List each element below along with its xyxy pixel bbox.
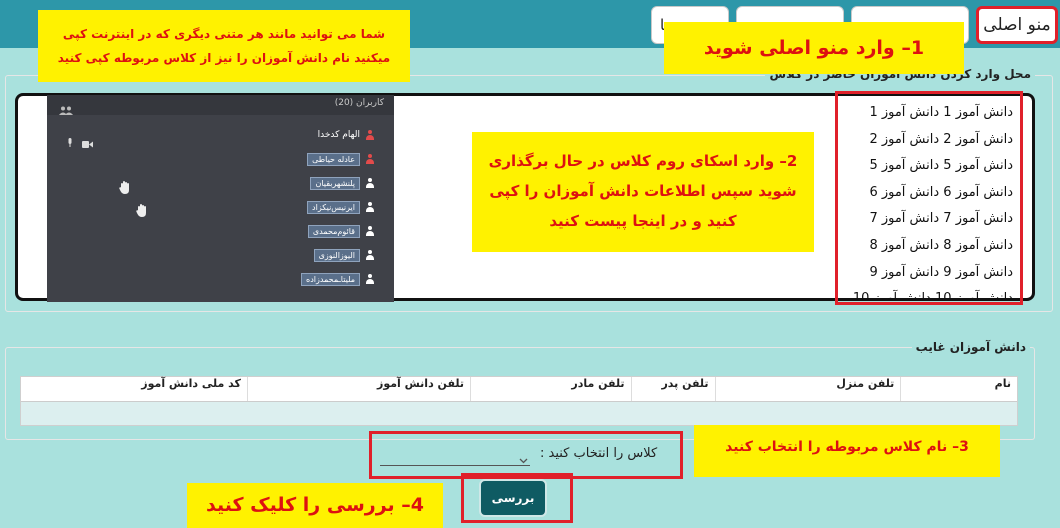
tab-main-menu[interactable]: منو اصلی (976, 6, 1058, 44)
tip-callout: شما می توانید مانند هر متنی دیگری که در … (38, 10, 410, 82)
check-button[interactable]: بررسی (479, 479, 547, 517)
column-header: تلفن مادر (470, 377, 631, 401)
skyroom-user-row: قائوم‌محمدی (307, 223, 374, 239)
skyroom-users-title: کاربران (20) (334, 98, 384, 108)
class-select-dropdown[interactable] (380, 444, 530, 466)
skyroom-user-name: الهام کدخدا (317, 130, 360, 140)
column-header: کد ملی دانش آموز (141, 377, 241, 390)
skyroom-user-name: الیوزالنوزی (313, 248, 360, 262)
table-header-row: نام تلفن منزل تلفن پدر تلفن مادر تلفن دا… (21, 377, 1017, 402)
step4-text: 4– بررسی را کلیک کنید (206, 494, 424, 516)
class-select-label: کلاس را انتخاب کنید : (540, 446, 658, 461)
select-underline (380, 465, 530, 466)
column-header: تلفن منزل (714, 377, 901, 401)
users-icon (59, 100, 73, 115)
user-icon (366, 250, 374, 260)
tip-line: میکنید نام دانش آموزان را نیز از کلاس مر… (57, 51, 391, 65)
step4-callout: 4– بررسی را کلیک کنید (187, 483, 443, 528)
microphone-icon (67, 132, 73, 151)
step2-line: 2– وارد اسکای روم کلاس در حال برگذاری (488, 152, 798, 170)
skyroom-header: کاربران (20) (47, 95, 394, 115)
column-header: تلفن پدر (630, 377, 715, 401)
user-icon (366, 202, 374, 212)
skyroom-user-name: عادله حیاطی (307, 152, 360, 166)
step1-text: 1– وارد منو اصلی شوید (703, 37, 925, 59)
skyroom-user-name: قائوم‌محمدی (307, 224, 360, 238)
skyroom-user-name: ملیتاـمحمدزاده (301, 272, 360, 286)
skyroom-screenshot: کاربران (20) الهام کدخدا عادله حیاطی پلن… (47, 95, 394, 302)
column-header: نام (900, 377, 1017, 401)
chevron-down-icon (519, 449, 528, 468)
user-icon (366, 274, 374, 284)
user-icon (366, 178, 374, 188)
step2-callout: 2– وارد اسکای روم کلاس در حال برگذاری شو… (472, 132, 814, 252)
skyroom-user-row: عادله حیاطی (307, 151, 374, 167)
step2-line: شوید سپس اطلاعات دانش آموزان را کپی (489, 182, 797, 200)
camera-icon (82, 133, 93, 152)
tip-line: شما می توانید مانند هر متنی دیگری که در … (62, 27, 386, 41)
skyroom-user-row: الیوزالنوزی (313, 247, 374, 263)
user-icon (366, 154, 374, 164)
tab-label: منو اصلی (983, 15, 1051, 35)
student-list-highlight (835, 91, 1023, 305)
raised-hand-icon (136, 202, 148, 221)
check-button-label: بررسی (491, 491, 535, 505)
skyroom-user-row: الهام کدخدا (318, 127, 374, 143)
user-icon (366, 226, 374, 236)
skyroom-user-name: ایرنیس‌نیکزاد (307, 200, 360, 214)
step3-callout: 3– نام کلاس مربوطه را انتخاب کنید (694, 425, 1000, 477)
user-icon (366, 130, 374, 140)
step3-text: 3– نام کلاس مربوطه را انتخاب کنید (725, 439, 969, 455)
step1-callout: 1– وارد منو اصلی شوید (664, 22, 964, 74)
skyroom-user-row: ملیتاـمحمدزاده (301, 271, 374, 287)
absent-section-legend: دانش آموزان غایب (911, 340, 1030, 354)
column-header: تلفن دانش آموز (246, 377, 470, 401)
absent-students-table: نام تلفن منزل تلفن پدر تلفن مادر تلفن دا… (20, 376, 1018, 426)
skyroom-user-row: ایرنیس‌نیکزاد (307, 199, 374, 215)
step2-line: کنید و در اینجا پیست کنید (549, 212, 737, 230)
raised-hand-icon (119, 179, 131, 198)
skyroom-user-name: پلنشهربقیان (310, 176, 360, 190)
skyroom-user-row: پلنشهربقیان (310, 175, 374, 191)
tab-4[interactable] (651, 6, 665, 44)
